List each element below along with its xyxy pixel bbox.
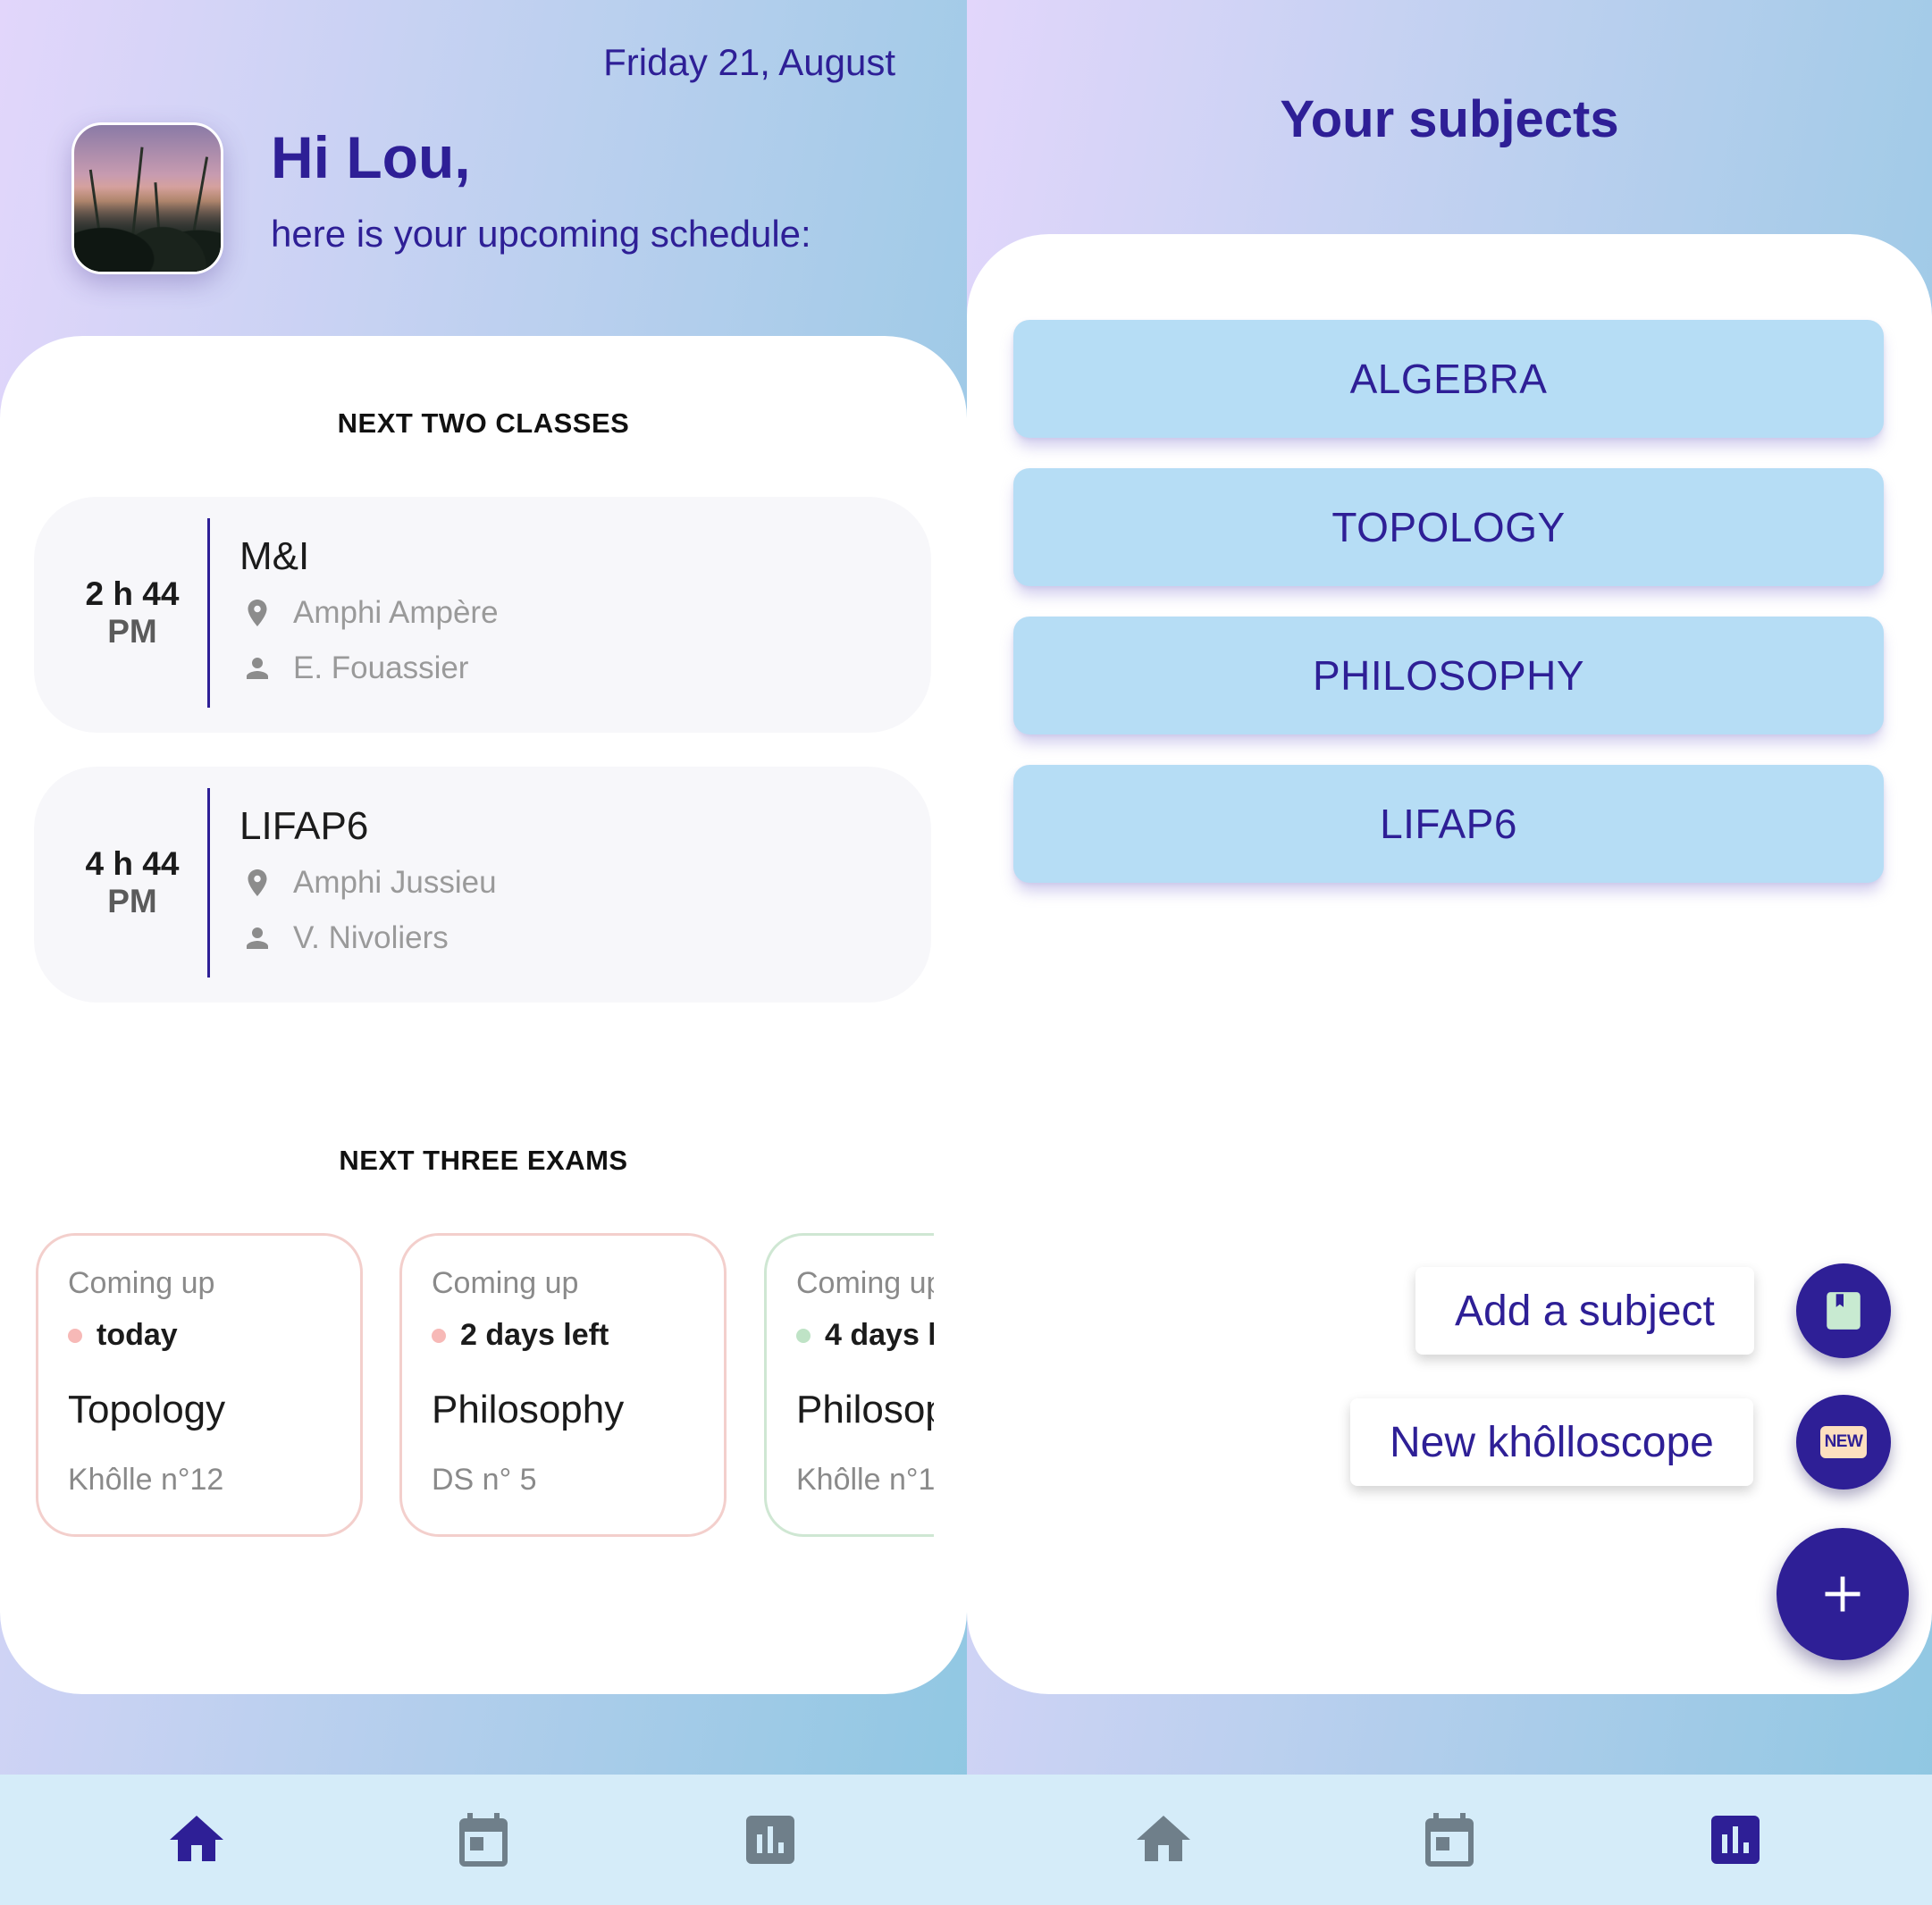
exam-card[interactable]: Coming up today Topology Khôlle n°12 bbox=[36, 1233, 363, 1537]
avatar[interactable] bbox=[71, 122, 223, 274]
exam-countdown: 2 days left bbox=[432, 1318, 609, 1353]
exam-subject: Philosophy bbox=[432, 1388, 625, 1431]
exam-countdown-text: 4 days left bbox=[825, 1318, 934, 1352]
exams-carousel[interactable]: Coming up today Topology Khôlle n°12 Com… bbox=[0, 1224, 934, 1546]
home-screen: Friday 21, August Hi Lou, here is your u… bbox=[0, 0, 967, 1905]
class-card[interactable]: 2 h 44 PM M&I Amphi Ampère E. Fouassier bbox=[34, 497, 931, 733]
class-time-ampm: PM bbox=[107, 883, 157, 919]
class-teacher: E. Fouassier bbox=[241, 650, 468, 686]
exam-kind: Khôlle n°1 bbox=[796, 1463, 934, 1497]
bottom-nav bbox=[0, 1775, 967, 1905]
exam-countdown: today bbox=[68, 1318, 178, 1353]
subject-button-philosophy[interactable]: PHILOSOPHY bbox=[1013, 617, 1884, 734]
class-teacher-text: E. Fouassier bbox=[293, 650, 469, 685]
home-icon bbox=[170, 1816, 224, 1861]
status-dot bbox=[432, 1328, 446, 1343]
exam-kind: DS n° 5 bbox=[432, 1463, 537, 1497]
subjects-screen: Your subjects ALGEBRA TOPOLOGY PHILOSOPH… bbox=[967, 0, 1932, 1905]
person-icon bbox=[247, 927, 268, 949]
class-time: 2 h 44 PM bbox=[34, 575, 231, 650]
class-teacher-text: V. Nivoliers bbox=[293, 920, 449, 955]
exam-card[interactable]: Coming up 2 days left Philosophy DS n° 5 bbox=[399, 1233, 727, 1537]
class-divider bbox=[207, 788, 210, 978]
chart-icon bbox=[1711, 1816, 1760, 1864]
new-badge-icon: NEW bbox=[1820, 1426, 1867, 1458]
book-icon bbox=[1827, 1292, 1861, 1330]
nav-calendar[interactable] bbox=[443, 1800, 524, 1880]
class-divider bbox=[207, 518, 210, 708]
class-room: Amphi Jussieu bbox=[241, 865, 497, 901]
subject-button-lifap6[interactable]: LIFAP6 bbox=[1013, 765, 1884, 883]
exam-countdown-text: today bbox=[97, 1318, 178, 1352]
class-teacher: V. Nivoliers bbox=[241, 920, 449, 956]
location-pin-icon bbox=[248, 600, 267, 626]
calendar-icon bbox=[458, 1813, 508, 1867]
classes-section-title: NEXT TWO CLASSES bbox=[337, 407, 630, 439]
class-time: 4 h 44 PM bbox=[34, 845, 231, 920]
exam-kind: Khôlle n°12 bbox=[68, 1463, 224, 1497]
greeting: Hi Lou, bbox=[271, 124, 471, 190]
class-time-value: 4 h 44 bbox=[85, 845, 180, 882]
exam-countdown: 4 days left bbox=[796, 1318, 934, 1353]
page-title: Your subjects bbox=[1280, 90, 1619, 148]
subject-button-topology[interactable]: TOPOLOGY bbox=[1013, 468, 1884, 586]
nav-calendar[interactable] bbox=[1409, 1800, 1490, 1880]
exam-coming-label: Coming up bbox=[68, 1266, 215, 1300]
class-time-value: 2 h 44 bbox=[85, 575, 180, 612]
speed-dial-button[interactable] bbox=[1777, 1528, 1909, 1660]
exam-coming-label: Coming up bbox=[432, 1266, 579, 1300]
status-dot bbox=[796, 1328, 811, 1343]
exam-card[interactable]: Coming up 4 days left Philosophy Khôlle … bbox=[764, 1233, 934, 1537]
nav-home[interactable] bbox=[1123, 1800, 1204, 1880]
class-room-text: Amphi Jussieu bbox=[293, 865, 497, 900]
add-subject-label[interactable]: Add a subject bbox=[1415, 1267, 1754, 1355]
home-icon bbox=[1137, 1816, 1190, 1861]
status-dot bbox=[68, 1328, 82, 1343]
class-name: M&I bbox=[239, 534, 310, 578]
calendar-icon bbox=[1425, 1813, 1474, 1867]
new-khollo-button[interactable]: NEW bbox=[1796, 1395, 1891, 1490]
class-room-text: Amphi Ampère bbox=[293, 595, 499, 630]
plus-icon bbox=[1825, 1576, 1861, 1612]
class-name: LIFAP6 bbox=[239, 804, 369, 848]
exam-subject: Topology bbox=[68, 1388, 226, 1431]
new-khollo-label[interactable]: New khôlloscope bbox=[1350, 1398, 1753, 1486]
person-icon bbox=[247, 658, 268, 679]
add-subject-button[interactable] bbox=[1796, 1263, 1891, 1358]
date-label: Friday 21, August bbox=[603, 41, 895, 83]
class-time-ampm: PM bbox=[107, 613, 157, 650]
schedule-subtitle: here is your upcoming schedule: bbox=[271, 213, 811, 255]
exam-subject: Philosophy bbox=[796, 1388, 934, 1431]
location-pin-icon bbox=[248, 869, 267, 896]
exam-countdown-text: 2 days left bbox=[460, 1318, 609, 1352]
chart-icon bbox=[745, 1816, 794, 1864]
bottom-nav bbox=[967, 1775, 1932, 1905]
class-room: Amphi Ampère bbox=[241, 595, 499, 631]
exam-coming-label: Coming up bbox=[796, 1266, 934, 1300]
subject-button-algebra[interactable]: ALGEBRA bbox=[1013, 320, 1884, 438]
nav-stats[interactable] bbox=[730, 1800, 811, 1880]
nav-home[interactable] bbox=[156, 1800, 237, 1880]
class-card[interactable]: 4 h 44 PM LIFAP6 Amphi Jussieu V. Nivoli… bbox=[34, 767, 931, 1003]
exams-section-title: NEXT THREE EXAMS bbox=[339, 1145, 628, 1176]
nav-stats[interactable] bbox=[1695, 1800, 1776, 1880]
